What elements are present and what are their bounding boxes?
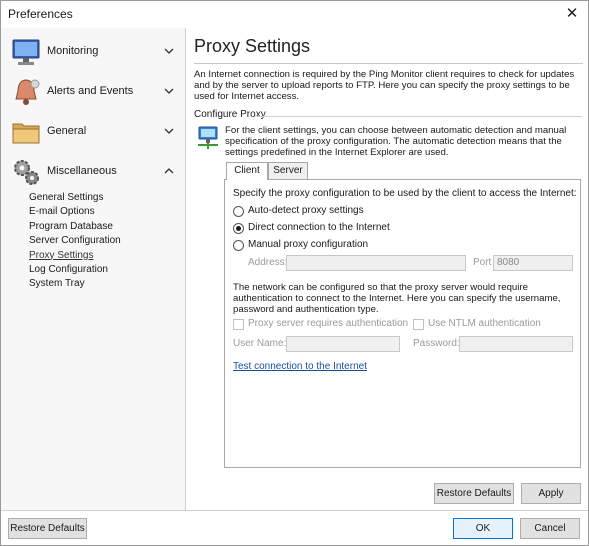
radio-direct-connection[interactable] (233, 223, 244, 234)
chevron-down-icon[interactable] (163, 125, 175, 137)
radio-manual-proxy[interactable] (233, 240, 244, 251)
gears-icon (14, 160, 39, 185)
password-label: Password: (413, 338, 460, 349)
sidebar-item-email-options[interactable]: E-mail Options (29, 205, 121, 219)
client-instruction: Specify the proxy configuration to be us… (233, 188, 577, 199)
port-field[interactable]: 8080 (493, 255, 573, 271)
sidebar: Monitoring Alerts and Events General Mis… (1, 28, 186, 510)
sidebar-item-log-configuration[interactable]: Log Configuration (29, 263, 121, 277)
sidebar-item-system-tray[interactable]: System Tray (29, 277, 121, 291)
address-label: Address: (248, 257, 288, 268)
chevron-down-icon[interactable] (163, 85, 175, 97)
section-heading: Configure Proxy (194, 109, 266, 120)
section-divider (255, 116, 582, 117)
radio-manual-proxy-label[interactable]: Manual proxy configuration (248, 239, 368, 250)
port-label: Port (473, 257, 492, 268)
configure-proxy-description: For the client settings, you can choose … (225, 125, 567, 158)
sidebar-group-monitoring[interactable]: Monitoring (1, 34, 186, 70)
sidebar-item-program-database[interactable]: Program Database (29, 220, 121, 234)
ntlm-checkbox[interactable] (413, 319, 424, 330)
title-bar: Preferences ✕ (1, 1, 588, 27)
apply-button[interactable]: Apply (521, 483, 581, 504)
chevron-up-icon[interactable] (163, 165, 175, 177)
sidebar-group-general[interactable]: General (1, 114, 186, 150)
misc-subitems: General Settings E-mail Options Program … (29, 191, 121, 292)
cancel-button[interactable]: Cancel (520, 518, 580, 539)
ntlm-label: Use NTLM authentication (428, 318, 541, 329)
intro-text: An Internet connection is required by th… (194, 69, 575, 102)
sidebar-item-server-configuration[interactable]: Server Configuration (29, 234, 121, 248)
tab-client[interactable]: Client (226, 162, 268, 180)
sidebar-item-general-settings[interactable]: General Settings (29, 191, 121, 205)
sidebar-group-label: Miscellaneous (47, 165, 117, 177)
page-title: Proxy Settings (194, 36, 311, 56)
monitor-icon (12, 39, 40, 65)
sidebar-item-proxy-settings[interactable]: Proxy Settings (29, 249, 121, 263)
sidebar-group-label: Alerts and Events (47, 85, 134, 97)
radio-direct-connection-label[interactable]: Direct connection to the Internet (248, 222, 390, 233)
close-icon[interactable]: ✕ (562, 4, 582, 24)
radio-auto-detect[interactable] (233, 206, 244, 217)
folder-icon (12, 123, 40, 144)
sidebar-group-miscellaneous[interactable]: Miscellaneous (1, 154, 186, 190)
address-field[interactable] (286, 255, 466, 271)
main-panel: Proxy Settings An Internet connection is… (187, 28, 588, 510)
title-divider (194, 63, 583, 64)
username-label: User Name: (233, 338, 287, 349)
dialog-footer: Restore Defaults OK Cancel (1, 510, 588, 545)
sidebar-group-alerts[interactable]: Alerts and Events (1, 74, 186, 110)
window-title: Preferences (8, 7, 73, 21)
test-connection-link[interactable]: Test connection to the Internet (233, 361, 367, 372)
auth-required-checkbox[interactable] (233, 319, 244, 330)
chevron-down-icon[interactable] (163, 45, 175, 57)
client-tab-panel: Specify the proxy configuration to be us… (224, 179, 581, 468)
restore-defaults-page-button[interactable]: Restore Defaults (434, 483, 514, 504)
network-computer-icon (198, 126, 218, 149)
password-field[interactable] (459, 336, 573, 352)
restore-defaults-button[interactable]: Restore Defaults (8, 518, 87, 539)
auth-note: The network can be configured so that th… (233, 282, 561, 315)
sidebar-group-label: Monitoring (47, 45, 99, 57)
username-field[interactable] (286, 336, 400, 352)
tab-server[interactable]: Server (268, 162, 308, 179)
sidebar-group-label: General (47, 125, 87, 137)
ok-button[interactable]: OK (453, 518, 513, 539)
radio-auto-detect-label[interactable]: Auto-detect proxy settings (248, 205, 364, 216)
preferences-window: Preferences ✕ Monitoring Alerts and Even… (0, 0, 589, 546)
auth-required-label: Proxy server requires authentication (248, 318, 409, 329)
bell-icon (15, 79, 40, 105)
